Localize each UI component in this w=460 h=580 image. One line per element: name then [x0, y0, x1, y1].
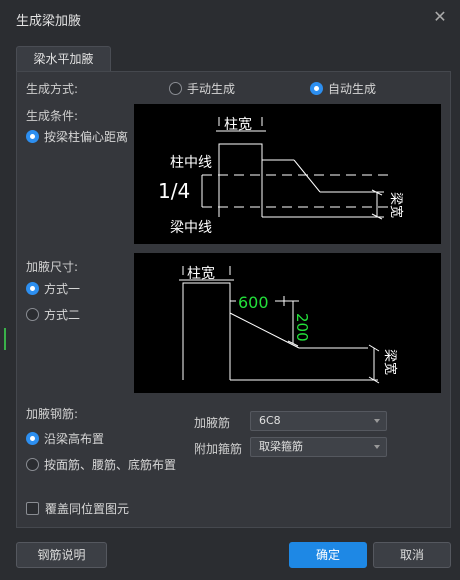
haunch-rebar-label: 加腋钢筋:: [26, 407, 79, 421]
ok-button[interactable]: 确定: [289, 542, 367, 568]
radio-method-one[interactable]: 方式一: [26, 280, 80, 297]
radio-label: 自动生成: [328, 82, 377, 96]
tab-beam-horizontal-haunch[interactable]: 梁水平加腋: [16, 46, 111, 71]
generation-mode-label: 生成方式:: [26, 82, 79, 96]
checkbox-label: 覆盖同位置图元: [45, 502, 130, 516]
col-width-text: 柱宽: [187, 265, 215, 282]
radio-auto-generate[interactable]: 自动生成: [310, 80, 376, 97]
col-width-text: 柱宽: [224, 116, 252, 133]
radio-label: 手动生成: [187, 82, 236, 96]
close-icon[interactable]: ✕: [432, 9, 448, 25]
extra-stirrup-label: 附加箍筋: [194, 442, 243, 456]
overwrite-checkbox[interactable]: 覆盖同位置图元: [26, 500, 129, 517]
extra-stirrup-select[interactable]: 取梁箍筋: [250, 437, 387, 457]
haunch-bar-value: 6C8: [259, 414, 281, 427]
haunch-size-label: 加腋尺寸:: [26, 260, 79, 274]
radio-indicator: [26, 458, 39, 471]
chevron-down-icon: [374, 445, 380, 449]
radio-label: 按梁柱偏心距离: [44, 130, 129, 144]
generation-condition-label: 生成条件:: [26, 109, 79, 123]
cancel-button[interactable]: 取消: [373, 542, 451, 568]
condition-diagram: 柱宽 柱中线 1/4 梁中线 梁宽: [134, 104, 441, 244]
radio-label: 方式一: [44, 282, 81, 296]
radio-by-face-waist-bottom[interactable]: 按面筋、腰筋、底筋布置: [26, 456, 176, 473]
haunch-length-text: 600: [238, 293, 269, 312]
radio-indicator: [26, 432, 39, 445]
rebar-help-button[interactable]: 钢筋说明: [16, 542, 107, 568]
side-marker: [4, 328, 6, 350]
radio-indicator: [26, 308, 39, 321]
col-center-text: 柱中线: [170, 155, 212, 171]
radio-method-two[interactable]: 方式二: [26, 306, 80, 323]
radio-indicator: [310, 82, 323, 95]
radio-manual-generate[interactable]: 手动生成: [169, 80, 235, 97]
radio-label: 按面筋、腰筋、底筋布置: [44, 458, 177, 472]
radio-by-eccentric-distance[interactable]: 按梁柱偏心距离: [26, 128, 128, 145]
radio-along-beam-height[interactable]: 沿梁高布置: [26, 430, 104, 447]
radio-label: 方式二: [44, 308, 81, 322]
beam-width-text: 梁宽: [382, 349, 398, 375]
checkbox-indicator: [26, 502, 39, 515]
beam-width-text: 梁宽: [388, 192, 404, 218]
radio-indicator: [26, 282, 39, 295]
radio-indicator: [169, 82, 182, 95]
window-title: 生成梁加腋: [16, 14, 82, 29]
extra-stirrup-value: 取梁箍筋: [259, 440, 303, 453]
beam-center-text: 梁中线: [170, 220, 212, 236]
ratio-text: 1/4: [158, 179, 190, 203]
radio-label: 沿梁高布置: [44, 432, 105, 446]
haunch-height-text: 200: [293, 313, 311, 342]
title-bar: 生成梁加腋 ✕: [0, 0, 460, 38]
haunch-bar-label: 加腋筋: [194, 416, 231, 430]
size-diagram: 柱宽 600 200 梁宽: [134, 253, 441, 393]
chevron-down-icon: [374, 419, 380, 423]
radio-indicator: [26, 130, 39, 143]
haunch-bar-select[interactable]: 6C8: [250, 411, 387, 431]
